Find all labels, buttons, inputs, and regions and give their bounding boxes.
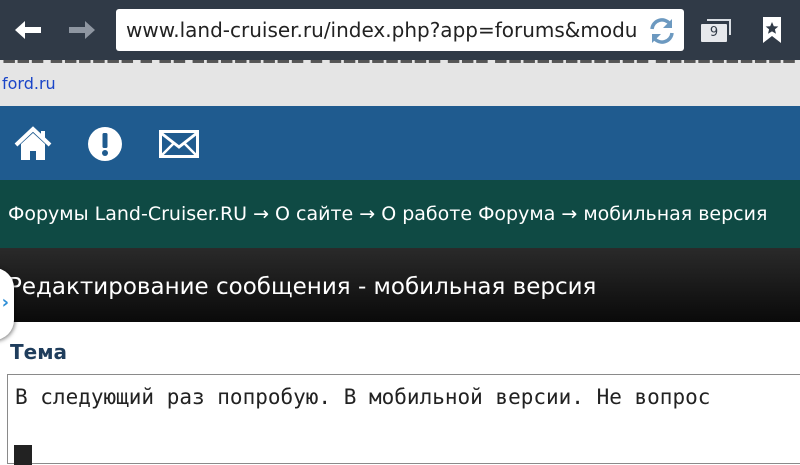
browser-toolbar: www.land-cruiser.ru/index.php?app=forums… <box>0 0 800 60</box>
ad-link[interactable]: ford.ru <box>2 74 56 93</box>
text-cursor-fragment <box>14 445 32 465</box>
tabs-icon: 9 <box>701 19 731 42</box>
message-textarea[interactable]: В следующий раз попробую. В мобильной ве… <box>7 374 800 465</box>
tab-count: 9 <box>709 25 719 40</box>
ad-banner: ▬▬▬ ▬▬▬▬▬▬ ▬ ▬▬ ▬▬▬▬▬▬▬▬ ▬ ▬▬▬▬▬▬▬▬ ▬▬▬ … <box>0 60 800 106</box>
breadcrumb: Форумы Land-Cruiser.RU → О сайте → О раб… <box>0 180 800 248</box>
message-text: В следующий раз попробую. В мобильной ве… <box>15 385 711 409</box>
page-header: Редактирование сообщения - мобильная вер… <box>0 248 800 322</box>
home-button[interactable] <box>12 124 54 164</box>
home-icon <box>14 126 52 160</box>
url-text: www.land-cruiser.ru/index.php?app=forums… <box>126 18 636 42</box>
side-drawer-tab[interactable]: › <box>0 268 14 340</box>
messages-button[interactable] <box>156 124 202 164</box>
tabs-button[interactable]: 9 <box>692 6 740 54</box>
forward-button[interactable] <box>58 6 106 54</box>
bookmark-button[interactable] <box>748 6 796 54</box>
alert-icon <box>88 127 122 161</box>
alerts-button[interactable] <box>84 124 126 164</box>
forum-nav-bar <box>0 106 800 180</box>
mail-icon <box>159 130 199 158</box>
arrow-left-icon <box>15 21 41 39</box>
chevron-right-icon: › <box>1 292 9 313</box>
back-button[interactable] <box>4 6 52 54</box>
reload-icon[interactable] <box>646 15 678 47</box>
ad-cut-text: ▬▬▬ ▬▬▬▬▬▬ ▬ ▬▬ ▬▬▬▬▬▬▬▬ ▬ ▬▬▬▬▬▬▬▬ ▬▬▬ … <box>2 60 800 68</box>
arrow-right-icon <box>69 21 95 39</box>
bookmark-icon <box>763 17 781 43</box>
subject-label: Тема <box>10 340 68 364</box>
breadcrumb-text[interactable]: Форумы Land-Cruiser.RU → О сайте → О раб… <box>8 180 767 248</box>
address-bar[interactable]: www.land-cruiser.ru/index.php?app=forums… <box>116 9 684 51</box>
page-title: Редактирование сообщения - мобильная вер… <box>8 274 597 300</box>
